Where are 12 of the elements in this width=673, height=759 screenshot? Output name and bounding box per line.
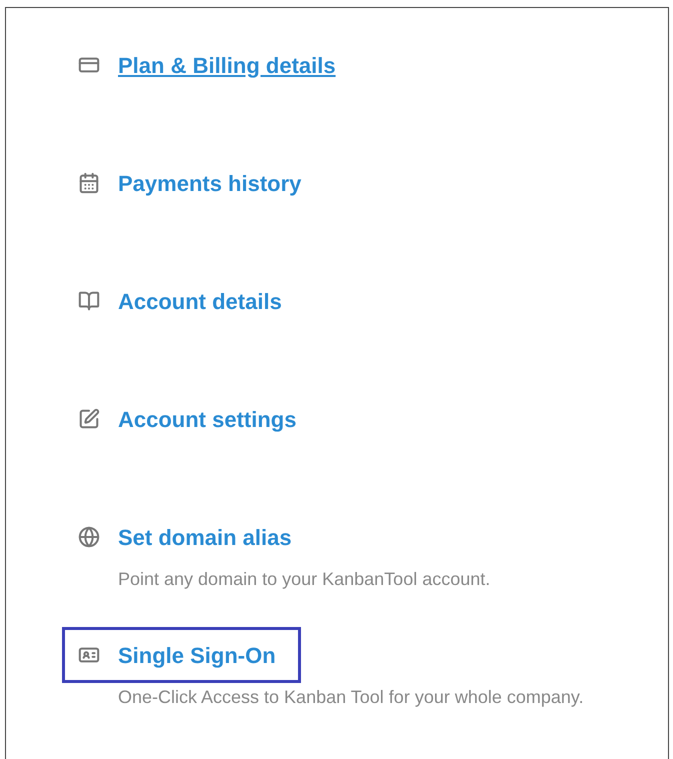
book-icon	[78, 290, 100, 312]
menu-link[interactable]: Set domain alias	[78, 522, 292, 552]
menu-link[interactable]: Plan & Billing details	[78, 50, 336, 80]
menu-link[interactable]: Account settings	[78, 404, 296, 434]
menu-link[interactable]: Single Sign-On	[62, 627, 301, 683]
item-description: Point any domain to your KanbanTool account.	[118, 568, 492, 591]
item-description: One-Click Access to Kanban Tool for your whole company.	[118, 686, 585, 709]
globe-icon	[78, 526, 100, 548]
menu-link[interactable]: Payments history	[78, 168, 302, 198]
calendar-icon	[78, 172, 100, 194]
menu-link[interactable]: Account details	[78, 286, 282, 316]
edit-icon	[78, 408, 100, 430]
